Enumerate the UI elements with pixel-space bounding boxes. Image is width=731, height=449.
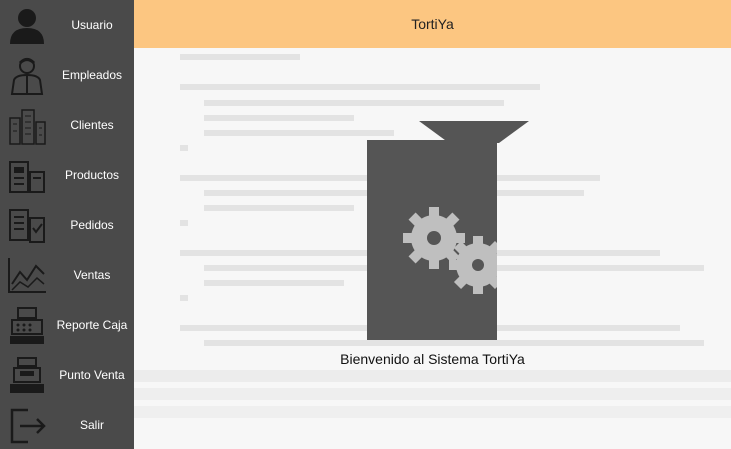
point-of-sale-icon	[10, 357, 44, 393]
welcome-message: Bienvenido al Sistema TortiYa	[340, 351, 525, 367]
sidebar-item-label: Salir	[79, 418, 104, 432]
sidebar-item-label: Ventas	[73, 268, 111, 282]
cash-register-icon	[10, 307, 44, 344]
clients-building-icon	[9, 109, 46, 145]
sidebar-item-reporte-caja[interactable]: Reporte Caja	[0, 300, 134, 350]
sales-chart-icon	[8, 258, 46, 293]
app-title: TortiYa	[411, 16, 454, 32]
orders-icon	[9, 209, 45, 243]
sidebar-item-pedidos[interactable]: Pedidos	[0, 200, 134, 250]
sidebar-item-empleados[interactable]: Empleados	[0, 50, 134, 100]
user-icon	[10, 9, 44, 44]
logo-box	[367, 140, 507, 340]
sidebar-item-clientes[interactable]: Clientes	[0, 100, 134, 150]
gears-icon	[403, 207, 507, 294]
sidebar-item-label: Usuario	[71, 18, 113, 32]
main-panel: TortiYa Bienvenido al Sistema TortiYa	[134, 0, 731, 449]
sidebar-item-productos[interactable]: Productos	[0, 150, 134, 200]
app-header: TortiYa	[134, 0, 731, 48]
sidebar-item-punto-venta[interactable]: Punto Venta	[0, 350, 134, 400]
employee-icon	[10, 58, 44, 95]
sidebar: Usuario Empleados Clientes Productos Ped…	[0, 0, 134, 449]
sidebar-item-label: Productos	[64, 168, 120, 182]
sidebar-item-label: Pedidos	[70, 218, 114, 232]
sidebar-item-salir[interactable]: Salir	[0, 400, 134, 449]
sidebar-item-ventas[interactable]: Ventas	[0, 250, 134, 300]
sidebar-item-label: Clientes	[70, 118, 114, 132]
exit-icon	[10, 408, 46, 444]
sidebar-item-usuario[interactable]: Usuario	[0, 0, 134, 50]
products-icon	[9, 161, 45, 193]
sidebar-item-label: Empleados	[61, 68, 123, 82]
sidebar-item-label: Reporte Caja	[56, 318, 128, 332]
sidebar-item-label: Punto Venta	[59, 368, 125, 382]
